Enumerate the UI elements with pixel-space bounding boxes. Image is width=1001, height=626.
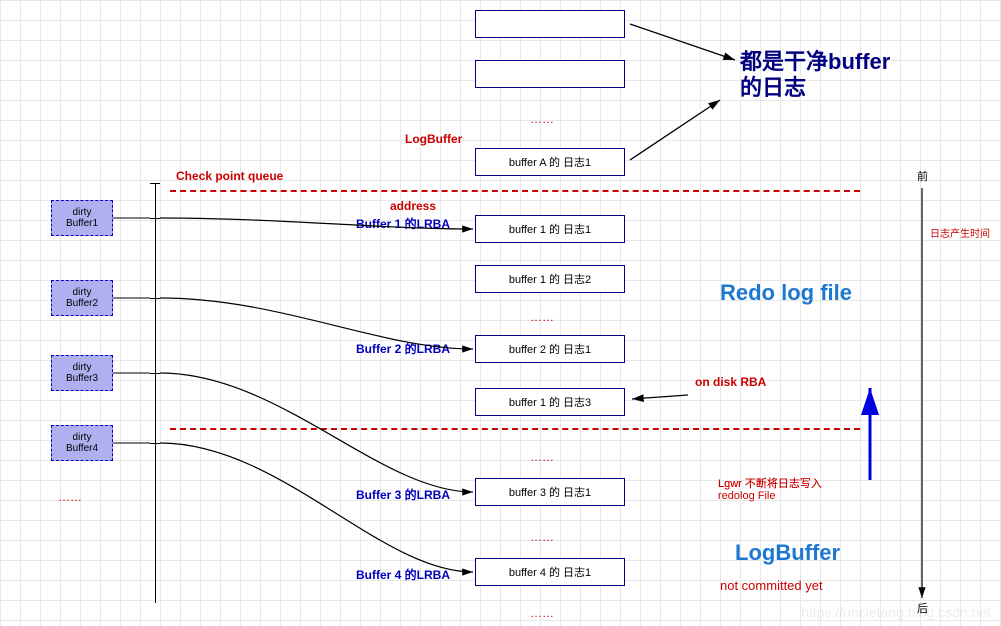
watermark: https://uncletang.blog.csdn.net — [801, 604, 991, 620]
arrow-top-right-1 — [0, 0, 1001, 626]
